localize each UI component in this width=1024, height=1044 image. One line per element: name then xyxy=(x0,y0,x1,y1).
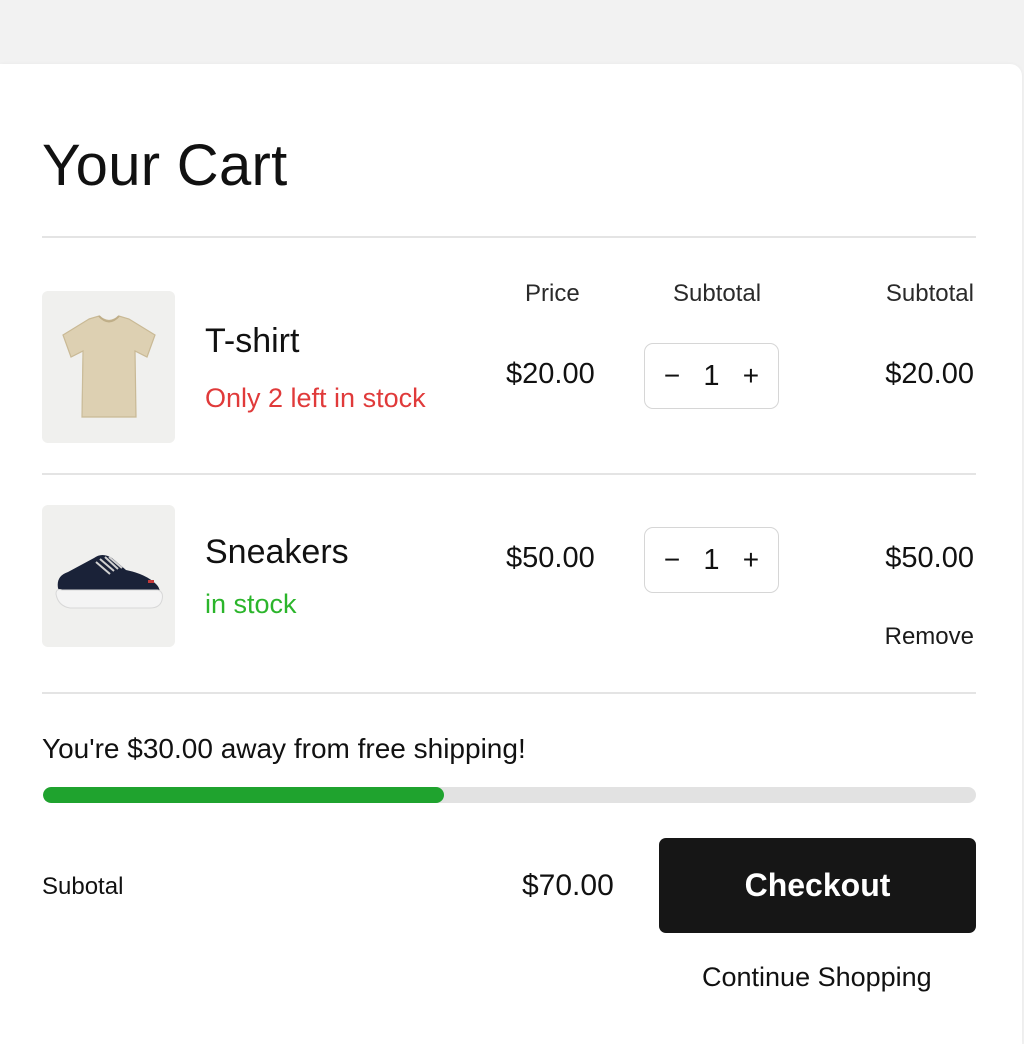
continue-shopping-link[interactable]: Continue Shopping xyxy=(702,962,932,993)
increment-button[interactable]: + xyxy=(738,360,764,392)
divider xyxy=(42,692,976,694)
line-total: $20.00 xyxy=(885,358,974,390)
decrement-button[interactable]: − xyxy=(659,544,685,576)
divider xyxy=(42,236,976,238)
column-header-price: Price xyxy=(525,280,580,307)
line-total: $50.00 xyxy=(885,542,974,574)
page-title: Your Cart xyxy=(42,133,288,198)
quantity-stepper: − 1 + xyxy=(644,343,779,409)
product-price: $50.00 xyxy=(506,542,595,574)
stock-status-available: in stock xyxy=(205,589,297,619)
column-header-subtotal: Subtotal xyxy=(885,280,974,307)
subtotal-value: $70.00 xyxy=(522,869,614,902)
quantity-stepper: − 1 + xyxy=(644,527,779,593)
column-header-quantity: Subtotal xyxy=(673,280,762,307)
quantity-value[interactable]: 1 xyxy=(703,544,719,577)
product-name[interactable]: Sneakers xyxy=(205,533,349,572)
stock-status-low: Only 2 left in stock xyxy=(205,383,426,413)
subtotal-label: Subotal xyxy=(42,873,124,900)
sneaker-icon xyxy=(54,555,163,609)
free-shipping-message: You're $30.00 away from free shipping! xyxy=(42,733,526,764)
product-name[interactable]: T-shirt xyxy=(205,322,299,361)
decrement-button[interactable]: − xyxy=(659,360,685,392)
checkout-button[interactable]: Checkout xyxy=(659,838,976,933)
tshirt-icon xyxy=(61,315,156,418)
shipping-progress-bar xyxy=(43,787,976,803)
product-image-tshirt[interactable] xyxy=(42,291,175,443)
product-image-sneakers[interactable] xyxy=(42,505,175,647)
shipping-progress-fill xyxy=(43,787,445,803)
increment-button[interactable]: + xyxy=(738,544,764,576)
quantity-value[interactable]: 1 xyxy=(703,360,719,393)
remove-button[interactable]: Remove xyxy=(885,623,974,651)
product-price: $20.00 xyxy=(506,358,595,390)
divider xyxy=(42,473,976,475)
